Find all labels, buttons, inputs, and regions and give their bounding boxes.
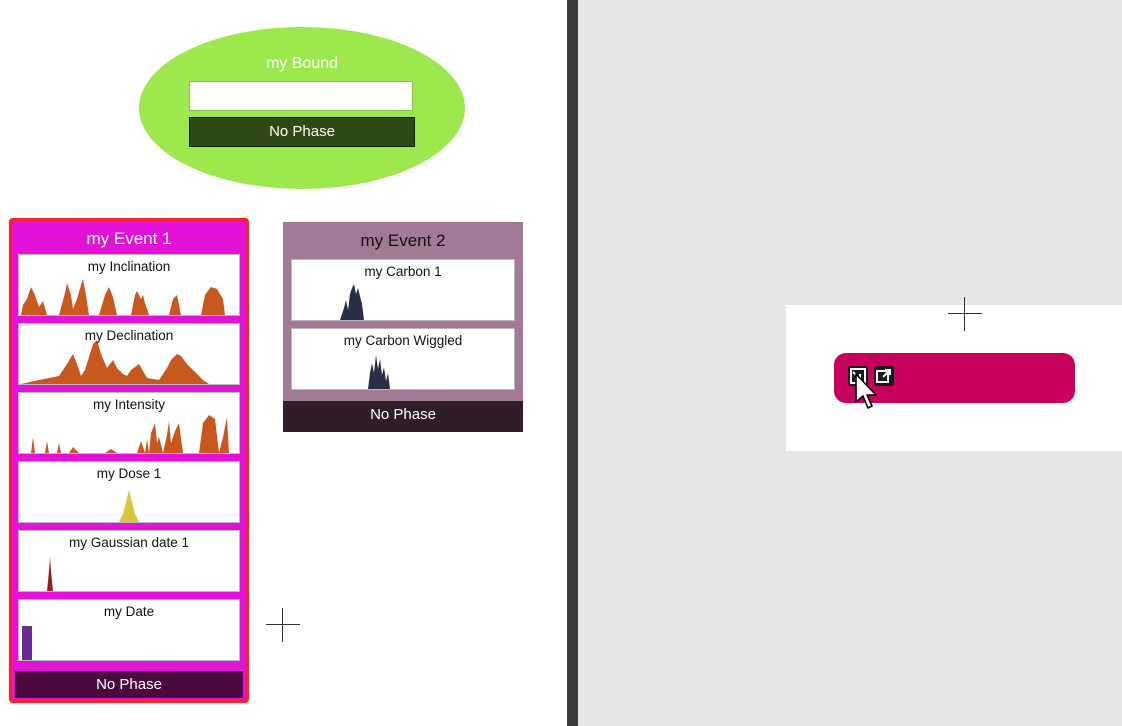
overview-crosshair-icon [948,297,982,331]
date-label: my Declination [84,328,174,343]
event-2-phase-bar[interactable]: No Phase [283,401,523,432]
date-label: my Dose 1 [96,466,162,481]
panel-splitter[interactable] [567,0,578,726]
date-label: my Inclination [87,259,171,274]
bound-value-field[interactable] [189,81,413,111]
bound-phase-bar[interactable]: No Phase [189,117,415,147]
date-card-dose[interactable]: my Dose 1 [18,461,240,523]
date-label: my Carbon 1 [364,264,442,279]
date-card-declination[interactable]: my Declination [18,323,240,385]
scene-crosshair-icon [266,608,300,642]
date-card-carbon[interactable]: my Carbon 1 [291,259,515,321]
date-card-intensity[interactable]: my Intensity [18,392,240,454]
date-card-inclination[interactable]: my Inclination [18,254,240,316]
date-label: my Date [103,604,155,619]
date-card-gaussian[interactable]: my Gaussian date 1 [18,530,240,592]
event-2-title: my Event 2 [360,231,446,250]
event-1-box[interactable]: my Event 1 my Inclination my Declination… [9,218,249,703]
bound-ellipse[interactable]: my Bound No Phase [139,27,465,189]
date-card-carbon-wiggled[interactable]: my Carbon Wiggled [291,328,515,390]
event-1-title: my Event 1 [86,229,172,248]
event-2-box[interactable]: my Event 2 my Carbon 1 my Carbon Wiggled… [283,222,523,432]
mouse-cursor-icon [855,373,877,409]
date-label: my Intensity [92,397,166,412]
date-label: my Gaussian date 1 [68,535,190,550]
date-card-date[interactable]: my Date [18,599,240,661]
bound-title: my Bound [265,55,339,72]
date-label: my Carbon Wiggled [343,333,463,348]
event-1-phase-bar[interactable]: No Phase [15,671,243,698]
